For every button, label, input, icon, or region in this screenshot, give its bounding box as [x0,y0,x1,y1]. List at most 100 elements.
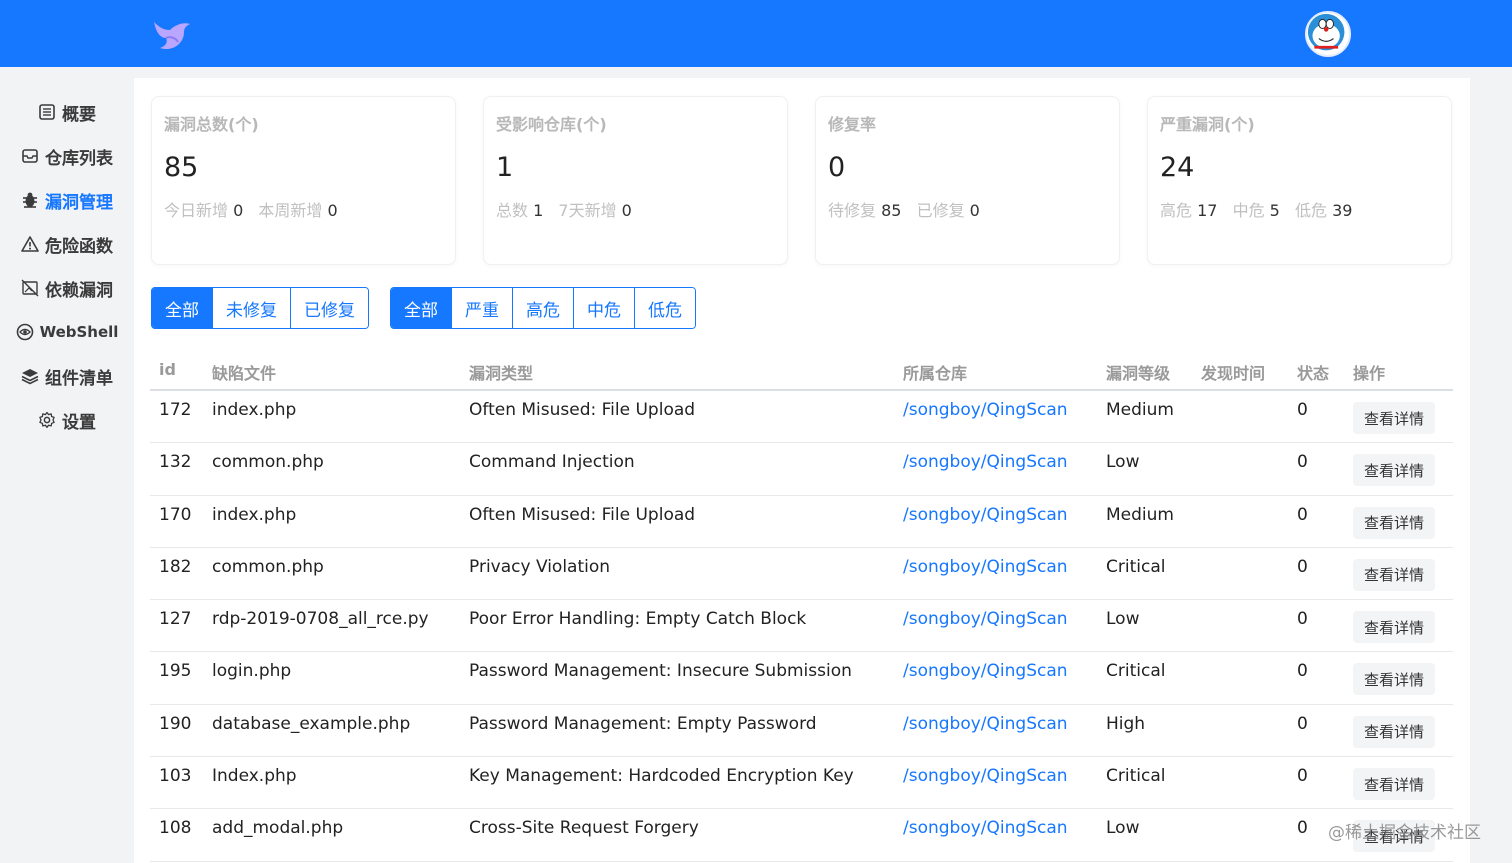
card-title: 漏洞总数(个) [164,115,259,134]
filter-level-low[interactable]: 低危 [634,288,695,328]
cell-id: 195 [159,661,192,682]
cell-repo[interactable]: /songboy/QingScan [903,452,1068,472]
sidebar-item-label: 仓库列表 [45,148,113,169]
column-header-id[interactable]: id [159,360,176,379]
sub-value: 1 [533,201,544,220]
top-header-bar [0,0,1512,67]
table-row: 190 database_example.php Password Manageme… [150,705,1453,758]
card-subtitle: 总数 1 7天新增 0 [496,197,642,221]
view-details-button[interactable]: 查看详情 [1353,715,1435,748]
cell-repo[interactable]: /songboy/QingScan [903,505,1068,525]
cell-repo[interactable]: /songboy/QingScan [903,661,1068,681]
view-details-button[interactable]: 查看详情 [1353,663,1435,696]
table-row: 127 rdp-2019-0708_all_rce.py Poor Error Ha… [150,600,1453,653]
column-header-file[interactable]: 缺陷文件 [212,360,276,384]
card-title: 严重漏洞(个) [1160,115,1255,134]
card-value: 0 [828,152,846,183]
sidebar-item-webshell[interactable]: WebShell [0,314,134,350]
sub-label: 中危 [1232,201,1265,220]
cell-file: common.php [212,452,324,473]
column-header-repo[interactable]: 所属仓库 [903,360,967,384]
cell-repo[interactable]: /songboy/QingScan [903,818,1068,838]
bug-icon [23,192,37,208]
cell-repo[interactable]: /songboy/QingScan [903,557,1068,577]
cell-level: Medium [1106,400,1174,420]
column-header-time[interactable]: 发现时间 [1201,360,1265,384]
filter-status-unfixed[interactable]: 未修复 [212,288,290,328]
gear-icon [39,411,55,428]
sub-value: 5 [1269,201,1280,220]
card-subtitle: 高危 17 中危 5 低危 39 [1160,197,1362,221]
column-header-type[interactable]: 漏洞类型 [469,360,533,384]
sidebar-item-label: 漏洞管理 [45,192,113,213]
sub-label: 7天新增 [558,201,617,220]
sidebar-item-dependency-vulns[interactable]: 依赖漏洞 [0,270,134,306]
filter-status-all[interactable]: 全部 [152,288,212,328]
cell-file: index.php [212,504,297,525]
cell-repo[interactable]: /songboy/QingScan [903,714,1068,734]
cell-level: Low [1106,818,1140,839]
cell-status: 0 [1297,713,1308,734]
column-header-level[interactable]: 漏洞等级 [1106,360,1170,384]
table-row: 108 add_modal.php Cross-Site Request Forge… [150,809,1453,862]
table-row: 103 Index.php Key Management: Hardcoded En… [150,757,1453,810]
cell-repo[interactable]: /songboy/QingScan [903,766,1068,786]
sidebar-item-dangerous-functions[interactable]: 危险函数 [0,226,134,262]
status-filter-group: 全部 未修复 已修复 [151,287,369,329]
card-title: 受影响仓库(个) [496,115,607,134]
sidebar-item-settings[interactable]: 设置 [0,402,134,438]
column-header-action: 操作 [1353,364,1386,383]
filter-level-critical[interactable]: 严重 [451,288,512,328]
view-details-button[interactable]: 查看详情 [1353,611,1435,644]
cell-status: 0 [1297,556,1308,577]
cell-id: 172 [159,400,192,420]
sub-label: 已修复 [916,201,965,220]
cell-file: Index.php [212,766,297,787]
cell-id: 132 [159,452,192,473]
cell-file: login.php [212,661,292,682]
cell-status: 0 [1297,609,1308,630]
sidebar-item-label: 概要 [62,104,96,125]
filter-level-high[interactable]: 高危 [512,288,573,328]
cell-type: Often Misused: File Upload [469,400,696,420]
cell-id: 108 [159,818,192,839]
cell-file: index.php [212,400,297,420]
view-details-button[interactable]: 查看详情 [1353,454,1435,487]
view-details-button[interactable]: 查看详情 [1353,768,1435,801]
sidebar-item-overview[interactable]: 概要 [0,94,134,130]
card-title: 修复率 [828,115,877,134]
cell-level: Critical [1106,556,1166,577]
cell-status: 0 [1297,452,1308,473]
view-details-button[interactable]: 查看详情 [1353,506,1435,539]
eye-icon [16,323,33,341]
cell-id: 127 [159,609,192,630]
table-row: 132 common.php Command Injection/songboy/Q… [150,443,1453,496]
cell-type: Cross-Site Request Forgery [469,818,699,839]
cell-status: 0 [1297,504,1308,525]
bird-logo-icon[interactable] [150,16,192,54]
cell-type: Password Management: Insecure Submission [469,661,852,682]
cell-file: rdp-2019-0708_all_rce.py [212,609,429,630]
sidebar-item-components[interactable]: 组件清单 [0,358,134,394]
table-row: 170 index.php Often Misused: File Upload/s… [150,496,1453,548]
main-content: 漏洞总数(个) 85 今日新增 0 本周新增 0 受影响仓库(个) 1 总数 1… [134,78,1470,863]
sub-value: 39 [1332,201,1353,220]
sub-value: 0 [969,201,980,220]
cell-status: 0 [1297,818,1308,839]
card-subtitle: 待修复 85 已修复 0 [828,197,990,221]
sub-value: 0 [621,201,632,220]
filter-status-fixed[interactable]: 已修复 [290,288,368,328]
cell-repo[interactable]: /songboy/QingScan [903,609,1068,629]
view-details-button[interactable]: 查看详情 [1353,402,1435,434]
page-scrollbar[interactable] [1506,67,1512,863]
cell-repo[interactable]: /songboy/QingScan [903,400,1068,420]
stat-card-fix-rate: 修复率 0 待修复 85 已修复 0 [815,96,1120,265]
sidebar-item-repositories[interactable]: 仓库列表 [0,138,134,174]
filter-level-medium[interactable]: 中危 [573,288,634,328]
view-details-button[interactable]: 查看详情 [1353,558,1435,591]
user-avatar[interactable] [1305,11,1351,57]
filter-level-all[interactable]: 全部 [391,288,451,328]
stat-card-total-vulns: 漏洞总数(个) 85 今日新增 0 本周新增 0 [151,96,456,265]
sidebar-item-vulnerabilities[interactable]: 漏洞管理 [0,182,134,218]
column-header-status[interactable]: 状态 [1297,360,1329,384]
